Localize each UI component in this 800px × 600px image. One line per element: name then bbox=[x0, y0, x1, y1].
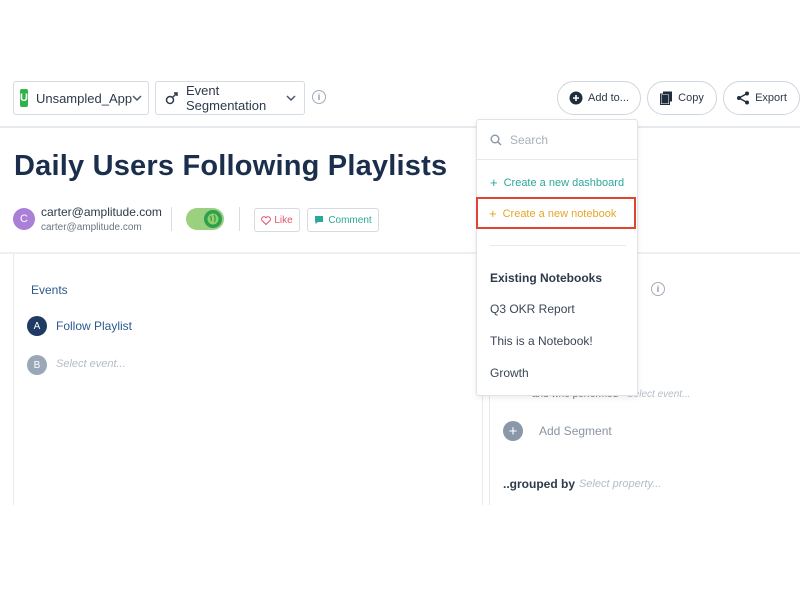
existing-notebooks-heading: Existing Notebooks bbox=[490, 271, 603, 285]
event-name[interactable]: Follow Playlist bbox=[56, 319, 132, 333]
divider bbox=[239, 207, 240, 231]
events-label: Events bbox=[31, 283, 68, 297]
export-label: Export bbox=[755, 92, 787, 104]
create-dashboard-item[interactable]: + Create a new dashboard bbox=[490, 175, 624, 190]
add-to-button[interactable]: Add to... bbox=[557, 81, 641, 115]
notebook-item[interactable]: Growth bbox=[490, 366, 529, 380]
page-title[interactable]: Daily Users Following Playlists bbox=[14, 150, 447, 183]
heart-icon bbox=[261, 215, 272, 225]
export-button[interactable]: Export bbox=[723, 81, 800, 115]
chevron-down-icon bbox=[286, 93, 296, 103]
copy-label: Copy bbox=[678, 92, 704, 104]
copy-button[interactable]: Copy bbox=[647, 81, 717, 115]
comment-icon bbox=[314, 215, 324, 225]
comment-label: Comment bbox=[328, 214, 372, 226]
public-toggle[interactable] bbox=[186, 208, 224, 230]
avatar: C bbox=[13, 208, 35, 230]
create-notebook-label: Create a new notebook bbox=[502, 207, 617, 220]
add-segment-button[interactable]: Add Segment bbox=[539, 424, 612, 438]
create-dashboard-label: Create a new dashboard bbox=[503, 176, 625, 189]
notebook-item[interactable]: This is a Notebook! bbox=[490, 334, 593, 348]
plus-circle-icon bbox=[569, 91, 583, 105]
grouped-by-label: ..grouped by bbox=[503, 477, 575, 491]
events-panel bbox=[13, 254, 483, 514]
search-input[interactable] bbox=[510, 132, 620, 147]
info-icon[interactable]: i bbox=[312, 90, 326, 104]
dropdown-divider bbox=[490, 245, 626, 246]
owner-name: carter@amplitude.com bbox=[41, 205, 162, 219]
grouped-by-input[interactable]: Select property... bbox=[579, 478, 661, 490]
segmentation-icon bbox=[164, 90, 180, 106]
toolbar-divider bbox=[0, 126, 800, 128]
copy-icon bbox=[660, 91, 673, 105]
select-event-input[interactable]: Select event... bbox=[56, 358, 126, 370]
search-icon bbox=[490, 134, 502, 146]
add-to-dropdown: + Create a new dashboard bbox=[476, 119, 638, 396]
plus-icon[interactable]: + bbox=[503, 421, 523, 441]
plus-icon: + bbox=[490, 175, 498, 190]
chart-type-label: Event Segmentation bbox=[186, 83, 267, 113]
notebook-item[interactable]: Q3 OKR Report bbox=[490, 302, 575, 316]
event-badge: B bbox=[27, 355, 47, 375]
add-to-label: Add to... bbox=[588, 92, 629, 104]
owner-email: carter@amplitude.com bbox=[41, 222, 142, 233]
app-selector[interactable]: U Unsampled_App bbox=[13, 81, 149, 115]
create-notebook-item[interactable]: + Create a new notebook bbox=[489, 206, 616, 221]
divider bbox=[171, 207, 172, 231]
globe-icon bbox=[204, 210, 222, 228]
chevron-down-icon bbox=[132, 93, 142, 103]
like-label: Like bbox=[274, 214, 293, 226]
info-icon[interactable]: i bbox=[651, 282, 665, 296]
event-badge: A bbox=[27, 316, 47, 336]
app-name: Unsampled_App bbox=[35, 90, 133, 106]
plus-icon: + bbox=[489, 206, 497, 221]
like-button[interactable]: Like bbox=[254, 208, 300, 232]
app-badge: U bbox=[20, 89, 28, 107]
chart-type-selector[interactable]: Event Segmentation bbox=[155, 81, 305, 115]
page-bottom bbox=[0, 505, 800, 600]
share-icon bbox=[736, 91, 750, 105]
dropdown-search bbox=[477, 120, 637, 160]
comment-button[interactable]: Comment bbox=[307, 208, 379, 232]
